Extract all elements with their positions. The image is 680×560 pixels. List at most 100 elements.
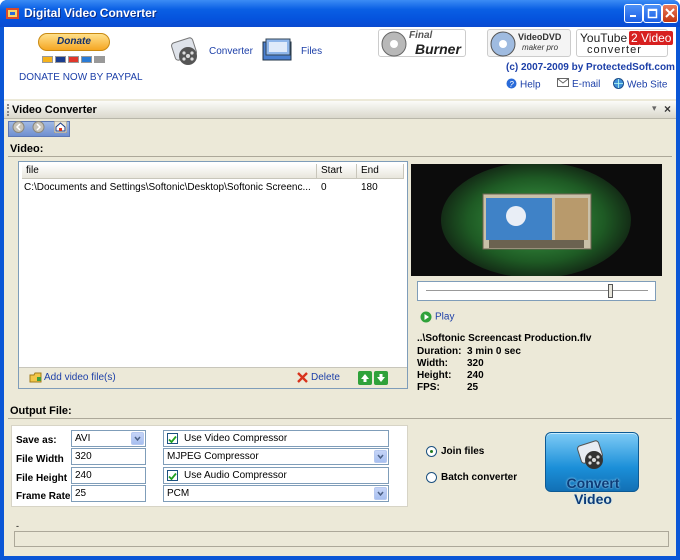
chevron-down-icon xyxy=(374,450,387,463)
email-link[interactable]: E-mail xyxy=(557,78,600,91)
save-as-select[interactable]: AVI xyxy=(71,430,146,447)
globe-icon xyxy=(613,78,624,92)
client-area: Donate DONATE NOW BY PAYPAL Converter Fi… xyxy=(4,27,676,556)
file-width-label: File Width xyxy=(16,454,64,465)
youtube2video-logo[interactable]: YouTube 2 Video converter xyxy=(576,29,674,57)
row-start-cell: 0 xyxy=(321,182,327,193)
nav-converter-button[interactable]: Converter xyxy=(169,34,253,68)
convert-video-button[interactable]: Convert Video xyxy=(545,432,639,507)
output-section-label: Output File: xyxy=(10,405,72,417)
film-reel-icon xyxy=(577,440,603,469)
save-as-label: Save as: xyxy=(16,435,57,446)
video-preview xyxy=(411,164,662,276)
videodvd-line2: maker pro xyxy=(522,43,559,52)
audio-compressor-value: PCM xyxy=(167,488,190,499)
minimize-button[interactable] xyxy=(624,4,643,23)
duration-label: Duration: xyxy=(417,346,462,357)
frame-rate-input[interactable]: 25 xyxy=(71,485,146,502)
use-video-compressor-checkbox[interactable]: Use Video Compressor xyxy=(163,430,389,447)
files-icon xyxy=(262,38,292,61)
videodvd-logo[interactable]: VideoDVD maker pro xyxy=(487,29,571,57)
use-audio-compressor-checkbox[interactable]: Use Audio Compressor xyxy=(163,467,389,484)
checkbox-box xyxy=(167,433,178,444)
radio-circle xyxy=(426,472,437,483)
add-video-button[interactable]: Add video file(s) xyxy=(29,372,116,383)
panel-menu-icon[interactable]: ▾ xyxy=(652,103,657,114)
seek-thumb[interactable] xyxy=(608,284,614,298)
chevron-down-icon xyxy=(374,487,387,500)
help-link[interactable]: ? Help xyxy=(506,78,541,92)
title-bar[interactable]: Digital Video Converter xyxy=(0,0,680,27)
column-header-end[interactable]: End xyxy=(357,164,404,179)
disc-icon xyxy=(381,31,407,57)
maximize-icon xyxy=(647,8,658,19)
seek-track xyxy=(426,290,648,292)
youtube2video-line1: YouTube xyxy=(580,31,628,45)
check-icon xyxy=(168,435,177,444)
move-down-icon[interactable] xyxy=(374,371,388,385)
preview-filename: ..\Softonic Screencast Production.flv xyxy=(417,333,592,344)
final-burner-line2: Burner xyxy=(415,41,461,57)
app-icon xyxy=(6,8,19,19)
header: Donate DONATE NOW BY PAYPAL Converter Fi… xyxy=(4,27,676,99)
join-files-label: Join files xyxy=(441,446,485,457)
video-file-list[interactable]: file Start End C:\Documents and Settings… xyxy=(18,161,408,389)
file-list-toolbar: Add video file(s) Delete xyxy=(19,367,407,388)
close-button[interactable] xyxy=(662,4,678,23)
website-link[interactable]: Web Site xyxy=(613,78,667,92)
back-icon[interactable] xyxy=(12,121,25,133)
video-section-label: Video: xyxy=(10,143,44,155)
help-icon: ? xyxy=(506,78,517,92)
nav-files-button[interactable]: Files xyxy=(260,34,330,68)
join-files-radio[interactable]: Join files xyxy=(426,446,484,457)
delete-label: Delete xyxy=(311,372,340,384)
panel-nav-toolbar xyxy=(4,119,676,139)
audio-compressor-select[interactable]: PCM xyxy=(163,485,389,502)
youtube2video-line3: Video xyxy=(639,31,674,45)
file-width-input[interactable]: 320 xyxy=(71,448,146,465)
close-icon xyxy=(665,8,675,18)
maximize-button[interactable] xyxy=(643,4,662,23)
play-button[interactable]: Play xyxy=(420,311,454,323)
seek-slider[interactable] xyxy=(417,281,656,301)
status-text: - xyxy=(16,521,19,531)
output-section-divider xyxy=(8,418,672,419)
batch-converter-radio[interactable]: Batch converter xyxy=(426,472,517,483)
minimize-icon xyxy=(630,15,636,17)
video-compressor-select[interactable]: MJPEG Compressor xyxy=(163,448,389,465)
youtube2video-line4: converter xyxy=(587,44,642,56)
nav-files-label: Files xyxy=(301,46,323,57)
check-icon xyxy=(168,472,177,481)
use-audio-compressor-label: Use Audio Compressor xyxy=(184,470,287,481)
radio-circle xyxy=(426,446,437,457)
add-folder-icon xyxy=(29,372,42,383)
video-section-divider xyxy=(8,156,672,157)
column-header-file[interactable]: file xyxy=(22,164,317,179)
batch-converter-label: Batch converter xyxy=(441,472,518,483)
svg-text:?: ? xyxy=(509,80,514,89)
final-burner-line1: Final xyxy=(409,30,433,41)
delete-button[interactable]: Delete xyxy=(297,372,340,383)
checkbox-box xyxy=(167,470,178,481)
forward-icon[interactable] xyxy=(32,121,45,133)
panel-close-icon[interactable]: × xyxy=(664,102,671,116)
row-end-cell: 180 xyxy=(361,182,378,193)
film-reel-icon xyxy=(171,37,197,65)
frame-rate-label: Frame Rate xyxy=(16,491,71,502)
payment-cards-icon xyxy=(42,54,107,66)
drag-grip-icon[interactable] xyxy=(7,104,9,116)
help-link-label: Help xyxy=(520,79,541,91)
move-up-icon[interactable] xyxy=(358,371,372,385)
final-burner-logo[interactable]: Final Burner xyxy=(378,29,466,57)
dvd-disc-icon xyxy=(490,31,516,57)
home-icon[interactable] xyxy=(54,121,67,133)
videodvd-line1: VideoDVD xyxy=(518,32,562,42)
column-header-start[interactable]: Start xyxy=(317,164,357,179)
width-value: 320 xyxy=(467,358,484,369)
add-video-label: Add video file(s) xyxy=(44,372,116,384)
app-window: Digital Video Converter Donate DONATE NO… xyxy=(0,0,680,560)
file-height-input[interactable]: 240 xyxy=(71,467,146,484)
nav-converter-label: Converter xyxy=(209,46,253,57)
chevron-down-icon xyxy=(131,432,144,445)
donate-button[interactable]: Donate xyxy=(36,32,112,64)
